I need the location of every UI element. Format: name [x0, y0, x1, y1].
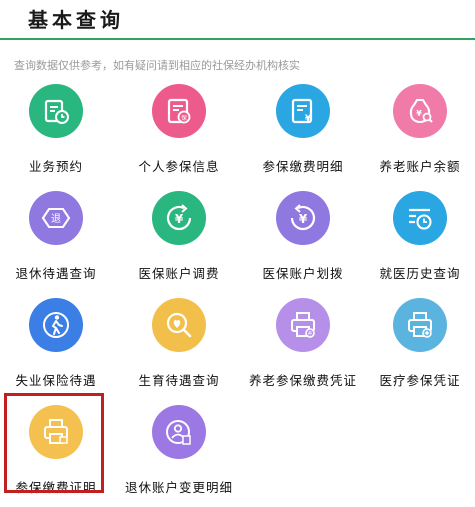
service-label: 医保账户划拨 — [262, 266, 344, 281]
service-label: 退休待遇查询 — [15, 266, 97, 281]
svg-text:¥: ¥ — [416, 109, 422, 118]
maternity-search-icon — [152, 298, 206, 352]
service-label: 养老参保缴费凭证 — [248, 373, 357, 388]
svg-text:退: 退 — [51, 213, 61, 225]
service-label: 养老账户余额 — [379, 159, 461, 174]
service-medical-account-adjust[interactable]: ¥ 医保账户调费 — [120, 191, 238, 291]
printer-medical-icon — [393, 298, 447, 352]
service-personal-insurance-info[interactable]: 保 个人参保信息 — [120, 84, 238, 184]
person-document-icon — [152, 405, 206, 459]
service-payment-details[interactable]: ¥ 参保缴费明细 — [244, 84, 362, 184]
retirement-hexagon-icon: 退 — [29, 191, 83, 245]
service-medical-insurance-voucher[interactable]: 医疗参保凭证 — [361, 298, 475, 398]
service-label: 参保缴费明细 — [262, 159, 344, 174]
history-list-icon — [393, 191, 447, 245]
service-retirement-benefits[interactable]: 退 退休待遇查询 — [0, 191, 115, 291]
service-label: 失业保险待遇 — [15, 373, 97, 388]
selection-highlight — [4, 393, 104, 493]
svg-text:¥: ¥ — [305, 114, 312, 124]
svg-text:保: 保 — [181, 114, 187, 122]
service-maternity-benefits[interactable]: 生育待遇查询 — [120, 298, 238, 398]
svg-text:¥: ¥ — [175, 212, 184, 226]
svg-text:¥: ¥ — [299, 212, 308, 226]
yuan-refresh-icon: ¥ — [152, 191, 206, 245]
printer-pension-icon: 养 — [276, 298, 330, 352]
service-medical-history[interactable]: 就医历史查询 — [361, 191, 475, 291]
yuan-transfer-icon: ¥ — [276, 191, 330, 245]
service-pension-payment-voucher[interactable]: 养 养老参保缴费凭证 — [244, 298, 362, 398]
service-label: 医保账户调费 — [138, 266, 220, 281]
walking-person-icon — [29, 298, 83, 352]
money-bag-search-icon: ¥ — [393, 84, 447, 138]
service-label: 退休账户变更明细 — [124, 480, 233, 495]
service-medical-account-transfer[interactable]: ¥ 医保账户划拨 — [244, 191, 362, 291]
insurance-document-icon: 保 — [152, 84, 206, 138]
service-label: 个人参保信息 — [138, 159, 220, 174]
page-header: 基本查询 — [0, 0, 475, 40]
page-title: 基本查询 — [28, 8, 124, 32]
header-divider — [0, 38, 475, 40]
calendar-clock-icon — [29, 84, 83, 138]
service-label: 业务预约 — [28, 159, 83, 174]
service-appointment[interactable]: 业务预约 — [0, 84, 115, 184]
svg-text:养: 养 — [308, 330, 313, 337]
service-label: 医疗参保凭证 — [379, 373, 461, 388]
service-label: 就医历史查询 — [379, 266, 461, 281]
service-retirement-account-changes[interactable]: 退休账户变更明细 — [120, 405, 238, 505]
yuan-document-icon: ¥ — [276, 84, 330, 138]
notice-text: 查询数据仅供参考，如有疑问请到相应的社保经办机构核实 — [14, 59, 300, 72]
service-pension-balance[interactable]: ¥ 养老账户余额 — [361, 84, 475, 184]
service-unemployment-benefits[interactable]: 失业保险待遇 — [0, 298, 115, 398]
service-label: 生育待遇查询 — [138, 373, 220, 388]
